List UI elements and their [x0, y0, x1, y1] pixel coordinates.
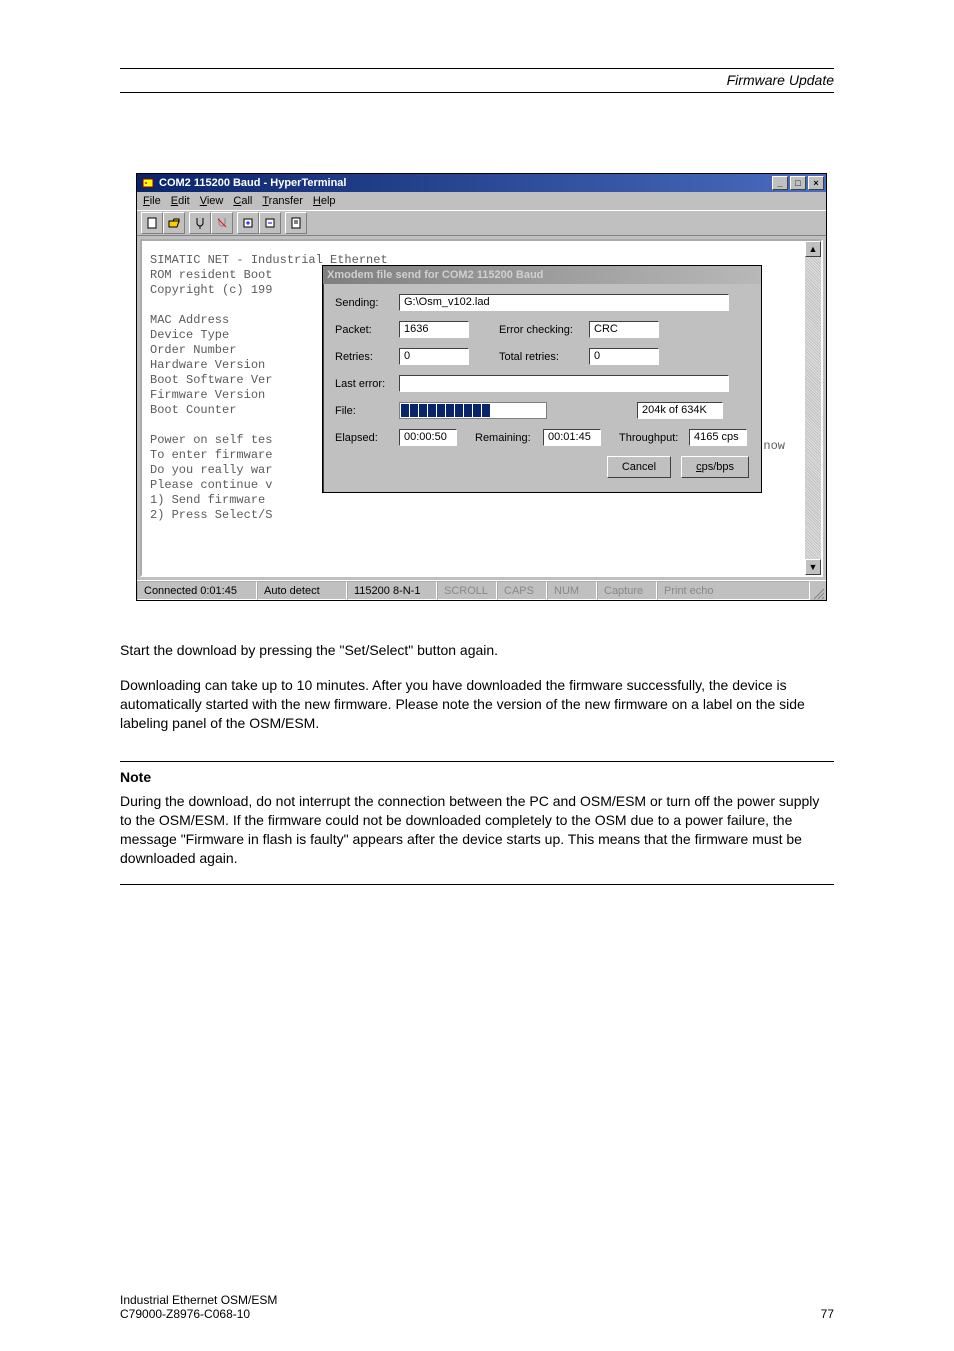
menu-edit[interactable]: Edit [171, 195, 190, 207]
term-line: Firmware Version [150, 388, 265, 402]
cancel-button[interactable]: Cancel [607, 456, 671, 478]
val-fileprog: 204k of 634K [637, 402, 723, 419]
note-text: During the download, do not interrupt th… [120, 792, 834, 868]
term-line: Device Type [150, 328, 229, 342]
val-elapsed: 00:00:50 [399, 429, 457, 446]
lbl-errcheck: Error checking: [499, 324, 589, 336]
vertical-scrollbar[interactable]: ▲ ▼ [805, 241, 821, 575]
new-icon[interactable] [141, 212, 163, 234]
menu-call[interactable]: Call [233, 195, 252, 207]
open-icon[interactable] [163, 212, 185, 234]
close-button[interactable]: × [808, 176, 824, 190]
status-detect: Auto detect [257, 581, 347, 600]
body-p2: Downloading can take up to 10 minutes. A… [120, 676, 834, 733]
page-number: 77 [821, 1307, 834, 1321]
lbl-elapsed: Elapsed: [335, 432, 399, 444]
connect-icon[interactable] [189, 212, 211, 234]
scroll-up-icon[interactable]: ▲ [805, 241, 821, 257]
term-line: Do you really war [150, 463, 272, 477]
term-line: Hardware Version [150, 358, 265, 372]
term-line: ROM resident Boot [150, 268, 272, 282]
menu-help[interactable]: Help [313, 195, 336, 207]
section-header: Firmware Update [120, 72, 834, 88]
status-bar: Connected 0:01:45 Auto detect 115200 8-N… [137, 580, 826, 600]
maximize-button[interactable]: □ [790, 176, 806, 190]
term-line: Power on self tes [150, 433, 272, 447]
term-line: Boot Counter [150, 403, 236, 417]
term-line: 2) Press Select/S [150, 508, 272, 522]
status-conn: 115200 8-N-1 [347, 581, 437, 600]
lbl-sending: Sending: [335, 297, 399, 309]
val-packet: 1636 [399, 321, 469, 338]
term-line: MAC Address [150, 313, 229, 327]
status-capture: Capture [597, 581, 657, 600]
val-lasterr [399, 375, 729, 392]
receive-icon[interactable] [259, 212, 281, 234]
val-errcheck: CRC [589, 321, 659, 338]
status-echo: Print echo [657, 581, 810, 600]
status-num: NUM [547, 581, 597, 600]
window-titlebar[interactable]: COM2 115200 Baud - HyperTerminal _ □ × [137, 174, 826, 192]
status-caps: CAPS [497, 581, 547, 600]
val-throughput: 4165 cps [689, 429, 747, 446]
body-p1: Start the download by pressing the "Set/… [120, 641, 834, 660]
lbl-remaining: Remaining: [475, 432, 543, 444]
properties-icon[interactable] [285, 212, 307, 234]
lbl-packet: Packet: [335, 324, 399, 336]
resize-grip-icon[interactable] [810, 581, 826, 600]
term-line: To enter firmware [150, 448, 272, 462]
lbl-totretries: Total retries: [499, 351, 589, 363]
term-side-text: now [763, 439, 785, 453]
dialog-titlebar[interactable]: Xmodem file send for COM2 115200 Baud [323, 266, 761, 284]
term-line: 1) Send firmware [150, 493, 272, 507]
window-title: COM2 115200 Baud - HyperTerminal [159, 177, 346, 189]
menu-file[interactable]: File [143, 195, 161, 207]
lbl-lasterr: Last error: [335, 378, 399, 390]
disconnect-icon[interactable] [211, 212, 233, 234]
lbl-file: File: [335, 405, 399, 417]
app-icon [141, 176, 155, 190]
toolbar [137, 210, 826, 236]
term-line: Boot Software Ver [150, 373, 272, 387]
val-totretries: 0 [589, 348, 659, 365]
xmodem-dialog: Xmodem file send for COM2 115200 Baud Se… [322, 265, 762, 493]
menu-view[interactable]: View [200, 195, 224, 207]
val-retries: 0 [399, 348, 469, 365]
term-line: Please continue v [150, 478, 272, 492]
term-line: Order Number [150, 343, 236, 357]
menu-bar: File Edit View Call Transfer Help [137, 192, 826, 210]
status-scroll: SCROLL [437, 581, 497, 600]
cpsbps-button[interactable]: cps/bps [681, 456, 749, 478]
term-line: Copyright (c) 199 [150, 283, 272, 297]
send-icon[interactable] [237, 212, 259, 234]
val-remaining: 00:01:45 [543, 429, 601, 446]
progress-bar [399, 402, 547, 419]
note-label: Note [120, 768, 834, 787]
menu-transfer[interactable]: Transfer [262, 195, 303, 207]
terminal-area: SIMATIC NET - Industrial Ethernet ROM re… [140, 239, 823, 577]
lbl-throughput: Throughput: [619, 432, 689, 444]
status-connected: Connected 0:01:45 [137, 581, 257, 600]
footer-left: Industrial Ethernet OSM/ESM C79000-Z8976… [120, 1293, 277, 1321]
minimize-button[interactable]: _ [772, 176, 788, 190]
scroll-down-icon[interactable]: ▼ [805, 559, 821, 575]
val-sending: G:\Osm_v102.lad [399, 294, 729, 311]
hyperterminal-window: COM2 115200 Baud - HyperTerminal _ □ × F… [136, 173, 827, 601]
lbl-retries: Retries: [335, 351, 399, 363]
